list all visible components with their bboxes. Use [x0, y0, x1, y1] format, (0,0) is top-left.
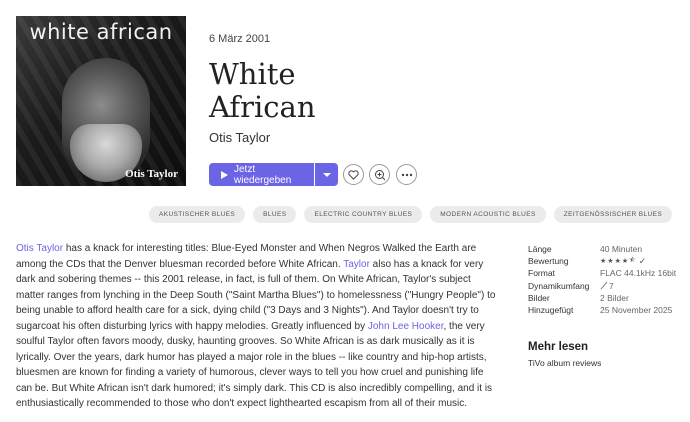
- meta-value: FLAC 44.1kHz 16bit: [600, 268, 677, 279]
- add-icon: [374, 169, 385, 180]
- genre-tag[interactable]: AKUSTISCHER BLUES: [149, 206, 246, 223]
- more-options-button[interactable]: [396, 164, 417, 185]
- meta-row-format: Format FLAC 44.1kHz 16bit: [528, 267, 678, 279]
- meta-key: Bilder: [528, 292, 550, 303]
- favorite-button[interactable]: [343, 164, 364, 185]
- chevron-down-icon: [322, 172, 331, 177]
- artist-link-inline[interactable]: John Lee Hooker: [368, 321, 444, 332]
- check-icon: ✓: [638, 255, 647, 266]
- meta-row-images: Bilder 2 Bilder: [528, 292, 678, 304]
- play-now-button[interactable]: Jetzt wiedergeben: [209, 163, 314, 186]
- meta-value: 40 Minuten: [600, 244, 643, 255]
- meta-row-rating: Bewertung ★ ★ ★ ★ ⯪ ✓: [528, 255, 678, 267]
- play-options-button[interactable]: [315, 163, 338, 186]
- meta-row-length: Länge 40 Minuten: [528, 243, 678, 255]
- play-icon: [221, 170, 228, 179]
- star-icon: ★: [614, 258, 621, 266]
- meta-value[interactable]: 2 Bilder: [600, 293, 629, 303]
- meta-key: Bewertung: [528, 256, 569, 267]
- meta-value-dynamic-range: 7: [600, 281, 614, 291]
- genre-tag[interactable]: ELECTRIC COUNTRY BLUES: [304, 206, 423, 223]
- album-review: Otis Taylor has a knack for interesting …: [16, 241, 500, 412]
- star-icon: ★: [621, 258, 629, 266]
- read-more-heading: Mehr lesen: [528, 341, 589, 353]
- release-date: 6 März 2001: [209, 33, 271, 45]
- dynamic-range-icon: [600, 281, 608, 289]
- cover-title: white african: [29, 20, 173, 44]
- album-cover[interactable]: white african Otis Taylor: [16, 16, 186, 186]
- meta-value: 25 November 2025: [600, 305, 673, 316]
- album-metadata: Länge 40 Minuten Bewertung ★ ★ ★ ★ ⯪ ✓ F…: [528, 243, 678, 316]
- play-button-group: Jetzt wiedergeben: [209, 163, 338, 186]
- more-icon: [401, 173, 412, 176]
- star-icon: ★: [600, 258, 607, 266]
- meta-key: Format: [528, 268, 555, 279]
- genre-tag[interactable]: BLUES: [253, 206, 297, 223]
- meta-row-dynamic-range: Dynamikumfang 7: [528, 280, 678, 292]
- meta-row-added: Hinzugefügt 25 November 2025: [528, 304, 678, 316]
- read-more-link[interactable]: TiVo album reviews: [528, 358, 601, 368]
- meta-key: Dynamikumfang: [528, 280, 590, 291]
- meta-key: Hinzugefügt: [528, 305, 574, 316]
- add-to-library-button[interactable]: [369, 164, 390, 185]
- play-now-label: Jetzt wiedergeben: [234, 163, 292, 186]
- heart-icon: [348, 169, 359, 180]
- artist-link-inline[interactable]: Taylor: [343, 259, 370, 270]
- album-title-line1: White: [209, 57, 296, 91]
- genre-tags: AKUSTISCHER BLUES BLUES ELECTRIC COUNTRY…: [149, 206, 680, 223]
- cover-artist: Otis Taylor: [125, 168, 178, 180]
- artist-link[interactable]: Otis Taylor: [209, 130, 270, 145]
- review-text: , the very soulful Taylor often favors m…: [16, 320, 493, 410]
- album-title: White African: [209, 58, 509, 124]
- meta-key: Länge: [528, 244, 552, 255]
- artist-link-inline[interactable]: Otis Taylor: [16, 243, 63, 254]
- half-star-icon: ⯪: [629, 256, 636, 264]
- genre-tag[interactable]: MODERN ACOUSTIC BLUES: [430, 206, 546, 223]
- dynamic-range-value: 7: [609, 280, 614, 291]
- rating-stars[interactable]: ★ ★ ★ ★ ⯪ ✓: [600, 256, 646, 267]
- genre-tag[interactable]: ZEITGENÖSSISCHER BLUES: [553, 206, 673, 223]
- album-title-line2: African: [209, 90, 316, 124]
- star-icon: ★: [607, 258, 614, 266]
